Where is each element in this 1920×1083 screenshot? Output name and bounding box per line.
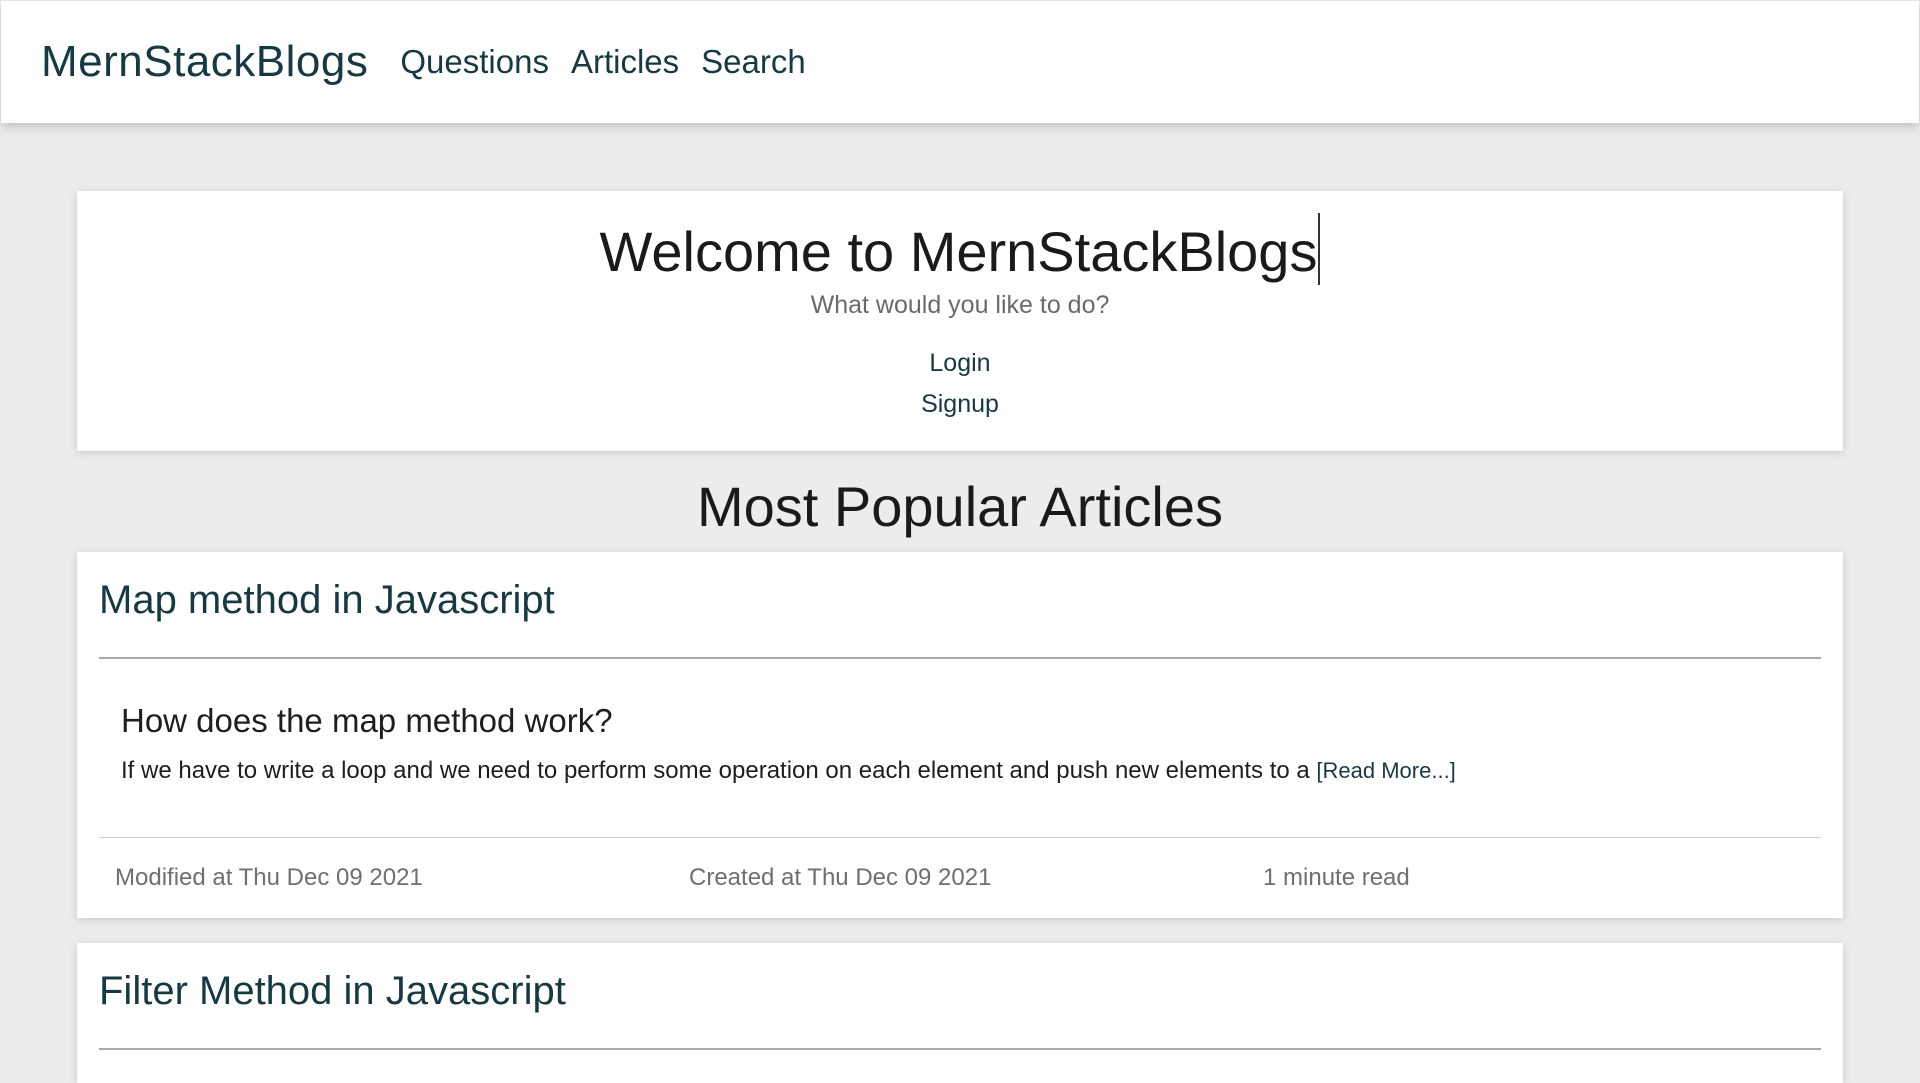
article-excerpt-row: If we have to write a loop and we need t… (121, 757, 1456, 785)
article-title-link[interactable]: Map method in Javascript (99, 578, 555, 623)
nav-link-questions[interactable]: Questions (400, 43, 549, 81)
welcome-subtitle: What would you like to do? (810, 291, 1110, 319)
card-divider (99, 657, 1821, 659)
card-divider (99, 1048, 1821, 1050)
signup-link-row: Signup (77, 390, 1843, 419)
card-footer-divider (99, 837, 1821, 838)
read-more-link[interactable]: [Read More...] (1316, 758, 1455, 783)
login-link-row: Login (77, 349, 1843, 378)
nav-links: Questions Articles Search (400, 43, 827, 81)
read-time: 1 minute read (1263, 864, 1410, 891)
text-cursor (1318, 213, 1321, 285)
nav-link-articles[interactable]: Articles (571, 43, 679, 81)
article-title-link[interactable]: Filter Method in Javascript (99, 969, 566, 1014)
article-question: How does the map method work? (121, 702, 613, 739)
created-date: Created at Thu Dec 09 2021 (689, 864, 992, 891)
article-card: Filter Method in Javascript (77, 943, 1843, 1083)
article-excerpt: If we have to write a loop and we need t… (121, 757, 1310, 784)
signup-link[interactable]: Signup (921, 390, 999, 418)
article-card: Map method in Javascript How does the ma… (77, 552, 1843, 918)
welcome-title: Welcome to MernStackBlogs (599, 220, 1318, 283)
welcome-card: Welcome to MernStackBlogs What would you… (77, 191, 1843, 451)
modified-date: Modified at Thu Dec 09 2021 (115, 864, 423, 891)
login-link[interactable]: Login (929, 349, 990, 377)
nav-link-search[interactable]: Search (701, 43, 806, 81)
welcome-title-row: Welcome to MernStackBlogs (77, 213, 1843, 285)
most-popular-heading: Most Popular Articles (697, 475, 1223, 538)
brand-logo-link[interactable]: MernStackBlogs (41, 37, 368, 87)
top-navbar: MernStackBlogs Questions Articles Search (1, 1, 1919, 123)
